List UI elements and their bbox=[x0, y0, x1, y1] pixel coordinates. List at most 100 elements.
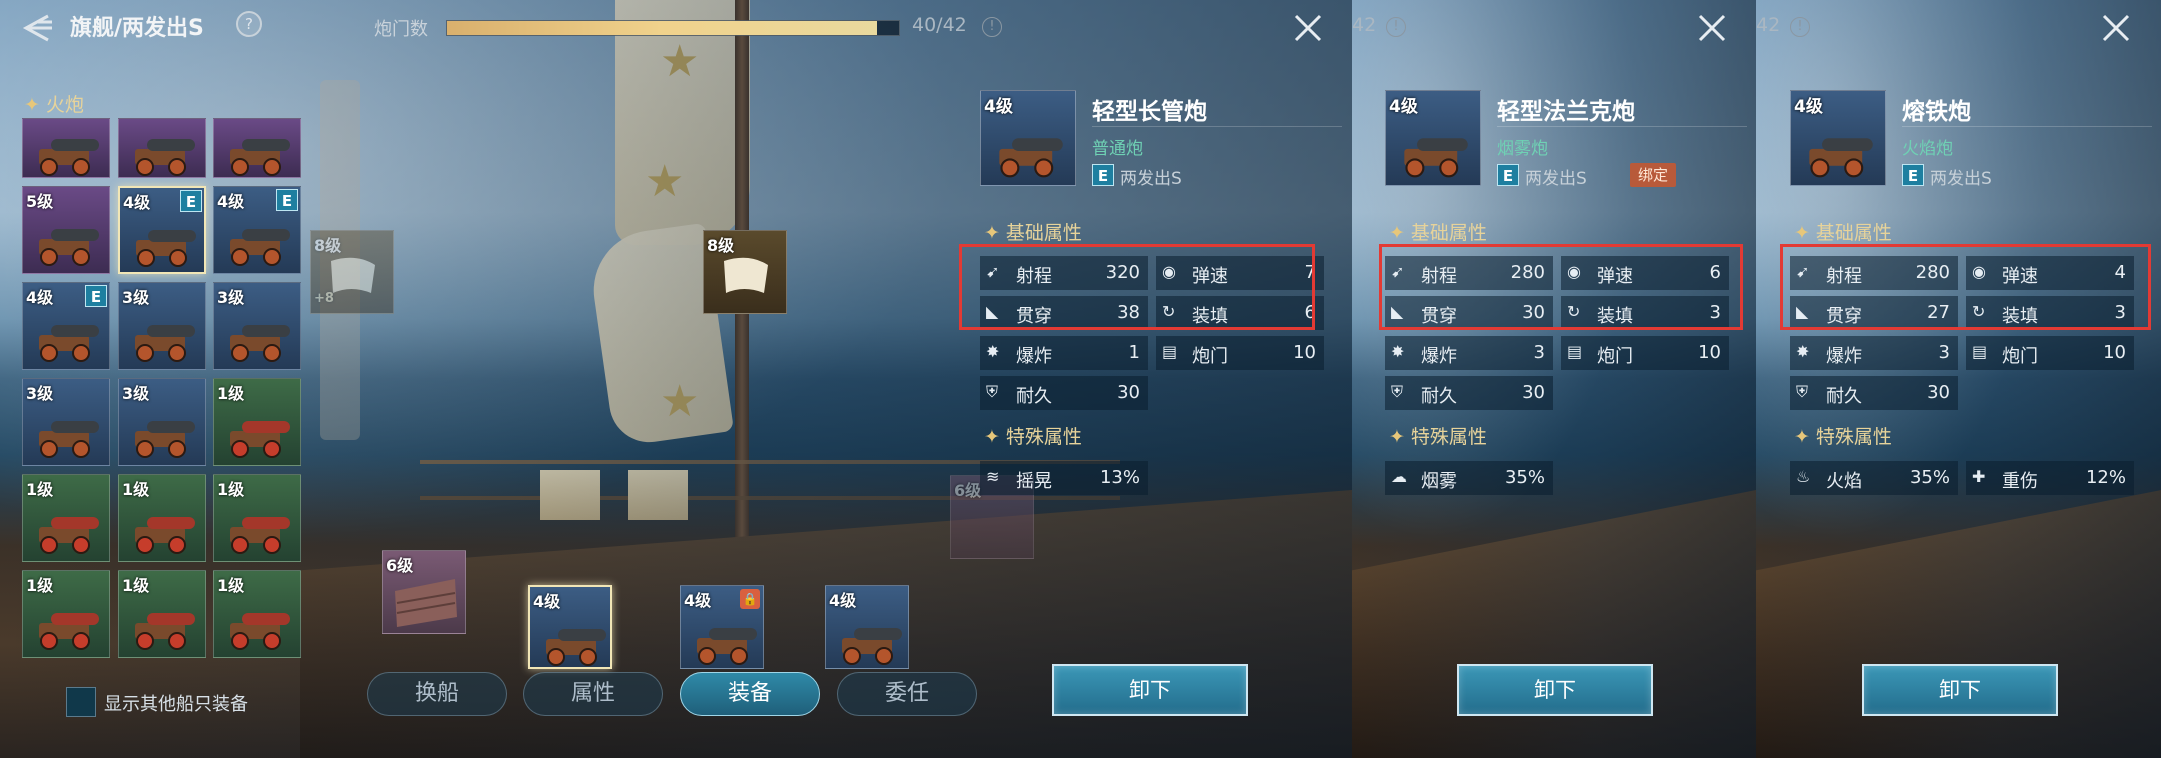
cannon-item-icon bbox=[1809, 138, 1873, 178]
deck-cannon-slot[interactable]: 4级 bbox=[825, 585, 909, 669]
equipment-level: 4级 bbox=[1794, 97, 1823, 117]
cannon-item-icon bbox=[136, 230, 196, 267]
slot-extra: +8 bbox=[314, 291, 334, 306]
equipment-thumbnail: 4级 bbox=[1385, 90, 1481, 186]
inventory-cell[interactable]: 1级 bbox=[118, 474, 206, 562]
equipped-badge: E bbox=[276, 189, 298, 211]
sparkle-icon: ✦ bbox=[984, 222, 1000, 244]
section-label: 基础属性 bbox=[1815, 222, 1892, 244]
inventory-cell[interactable]: 3级 bbox=[213, 282, 301, 370]
stat-value: 13% bbox=[1099, 467, 1140, 488]
special-stat: ≋ 摇晃 13% bbox=[980, 461, 1148, 495]
stat-value: 10 bbox=[1698, 342, 1721, 363]
cannon-item-icon bbox=[135, 613, 195, 650]
stat-value: 3 bbox=[1938, 342, 1950, 363]
tab-3[interactable]: 委任 bbox=[837, 672, 977, 716]
equipment-detail-panel: 4级 轻型法兰克炮 烟雾炮 E 两发出S 绑定 ✦ 基础属性 ➹ 射程 280 ◉ 弹速 6 ◣ 贯穿 30 ↻ 装… bbox=[1385, 0, 1747, 758]
port-count-value-fragment: 42 bbox=[1352, 14, 1377, 36]
sail-slot[interactable]: 8级 +8 bbox=[310, 230, 394, 314]
cannon-item-icon bbox=[842, 628, 902, 665]
inventory-cell[interactable] bbox=[213, 118, 301, 178]
special-attributes-title: ✦ 特殊属性 bbox=[1389, 422, 1487, 449]
stat-label: 爆炸 bbox=[1421, 346, 1457, 367]
sparkle-icon: ✦ bbox=[24, 94, 40, 116]
inventory-cell[interactable]: 3级 bbox=[118, 378, 206, 466]
port-count-bar bbox=[446, 20, 900, 36]
inventory-cell[interactable]: 4级 E bbox=[22, 282, 110, 370]
base-attributes-title: ✦ 基础属性 bbox=[1794, 218, 1892, 245]
special-attributes-title: ✦ 特殊属性 bbox=[984, 422, 1082, 449]
cannon-item-icon bbox=[135, 517, 195, 554]
inventory-cell[interactable]: 4级 E bbox=[213, 186, 301, 274]
stat-port: ▤ 炮门 10 bbox=[1966, 336, 2134, 370]
inventory-cell[interactable]: 3级 bbox=[118, 282, 206, 370]
slot-level: 6级 bbox=[954, 481, 982, 500]
equipment-thumbnail: 4级 bbox=[980, 90, 1076, 186]
stat-value: 3 bbox=[1533, 342, 1545, 363]
inventory-cell[interactable]: 3级 bbox=[22, 378, 110, 466]
help-icon[interactable]: ? bbox=[236, 11, 262, 37]
stat-label: 火焰 bbox=[1826, 471, 1862, 492]
inventory-cell[interactable]: 4级 E bbox=[118, 186, 206, 274]
cannon-item-icon bbox=[39, 229, 99, 266]
lock-icon: 🔒 bbox=[740, 589, 760, 609]
cannon-item-icon bbox=[1404, 138, 1468, 178]
hull-slot[interactable]: 6级 bbox=[382, 550, 466, 634]
special-attributes-title: ✦ 特殊属性 bbox=[1794, 422, 1892, 449]
inventory-cell[interactable] bbox=[22, 118, 110, 178]
tab-0[interactable]: 换船 bbox=[367, 672, 507, 716]
special-stat: ♨ 火焰 35% bbox=[1790, 461, 1958, 495]
cannon-item-icon bbox=[230, 613, 290, 650]
deck-cannon-slot[interactable]: 4级 🔒 bbox=[680, 585, 764, 669]
cell-level: 4级 bbox=[123, 193, 151, 212]
equipment-detail-panel: 4级 轻型长管炮 普通炮 E 两发出S ✦ 基础属性 ➹ 射程 320 ◉ 弹速 7 ◣ 贯穿 38 ↻ 装填 6 ✸… bbox=[980, 0, 1342, 758]
tab-1[interactable]: 属性 bbox=[523, 672, 663, 716]
stat-label: 爆炸 bbox=[1826, 346, 1862, 367]
stat-value: 12% bbox=[2085, 467, 2126, 488]
cannon-item-icon bbox=[135, 421, 195, 458]
equipped-ship-name: 两发出S bbox=[1930, 169, 1992, 189]
stat-value: 30 bbox=[1117, 382, 1140, 403]
inventory-cell[interactable]: 1级 bbox=[118, 570, 206, 658]
unequip-button[interactable]: 卸下 bbox=[1457, 664, 1653, 716]
show-other-ships-checkbox[interactable] bbox=[66, 687, 96, 717]
inventory-category-label: 火炮 bbox=[45, 94, 84, 116]
sparkle-icon: ✦ bbox=[1389, 426, 1405, 448]
stat-label: 耐久 bbox=[1016, 386, 1052, 407]
divider bbox=[1497, 126, 1747, 127]
sail-slot[interactable]: 8级 bbox=[703, 230, 787, 314]
stat-value: 30 bbox=[1522, 382, 1545, 403]
inventory-cell[interactable] bbox=[118, 118, 206, 178]
cell-level: 1级 bbox=[26, 576, 54, 595]
unequip-button[interactable]: 卸下 bbox=[1052, 664, 1248, 716]
cannon-item-icon bbox=[230, 139, 290, 176]
unequip-button[interactable]: 卸下 bbox=[1862, 664, 2058, 716]
stat-label: 爆炸 bbox=[1016, 346, 1052, 367]
deck-cannon-slot[interactable]: 4级 bbox=[528, 585, 612, 669]
stat-label: 炮门 bbox=[2002, 346, 2038, 367]
inventory-cell[interactable]: 1级 bbox=[213, 570, 301, 658]
cannon-item-icon bbox=[230, 229, 290, 266]
equipment-subtype: 烟雾炮 bbox=[1497, 139, 1548, 159]
stat-label: 耐久 bbox=[1421, 386, 1457, 407]
cannon-item-icon bbox=[39, 325, 99, 362]
cannon-item-icon bbox=[230, 421, 290, 458]
back-arrow-icon[interactable] bbox=[18, 8, 58, 48]
equipped-ship-name: 两发出S bbox=[1525, 169, 1587, 189]
stat-value: 1 bbox=[1128, 342, 1140, 363]
tab-2[interactable]: 装备 bbox=[680, 672, 820, 716]
stat-label: 重伤 bbox=[2002, 471, 2038, 492]
equipment-subtype: 火焰炮 bbox=[1902, 139, 1953, 159]
stat-value: 10 bbox=[1293, 342, 1316, 363]
cell-level: 3级 bbox=[122, 384, 150, 403]
inventory-cell[interactable]: 1级 bbox=[213, 378, 301, 466]
cannon-item-icon bbox=[39, 517, 99, 554]
inventory-cell[interactable]: 1级 bbox=[213, 474, 301, 562]
show-other-ships-label: 显示其他船只装备 bbox=[104, 694, 248, 715]
inventory-cell[interactable]: 1级 bbox=[22, 570, 110, 658]
inventory-cell[interactable]: 5级 bbox=[22, 186, 110, 274]
slot-level: 4级 bbox=[533, 592, 561, 611]
port-count-fill bbox=[447, 21, 878, 35]
plank-item-icon bbox=[395, 579, 457, 627]
inventory-cell[interactable]: 1级 bbox=[22, 474, 110, 562]
